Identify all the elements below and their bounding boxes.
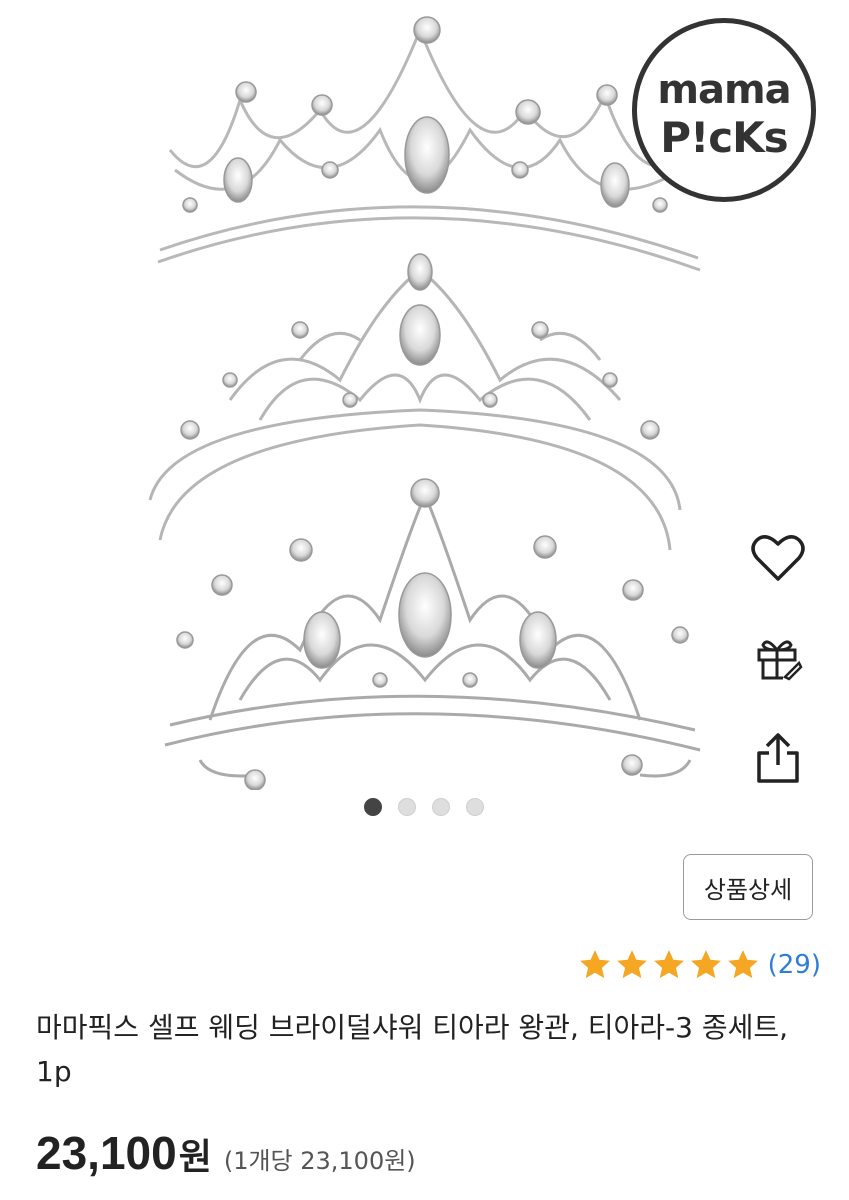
product-detail-button[interactable]: 상품상세 [683, 854, 813, 920]
star-icon [653, 950, 684, 979]
price: 23,100 [36, 1127, 177, 1179]
carousel-dot-4[interactable] [466, 798, 484, 816]
review-count-link[interactable]: (29) [768, 950, 821, 980]
star-icon [579, 950, 610, 979]
product-title: 마마픽스 셀프 웨딩 브라이덜샤워 티아라 왕관, 티아라-3 종세트, 1p [36, 1011, 789, 1088]
star-icon [727, 950, 758, 979]
carousel-dot-3[interactable] [432, 798, 450, 816]
share-icon [757, 733, 799, 783]
star-icon [690, 950, 721, 979]
carousel-dots [364, 798, 484, 816]
carousel-dot-2[interactable] [398, 798, 416, 816]
heart-icon [751, 535, 805, 581]
gift-icon [757, 640, 803, 681]
price-unit: 원 [178, 1137, 212, 1178]
rating: (29) [575, 948, 821, 982]
share-button[interactable] [748, 728, 808, 788]
carousel-dot-1[interactable] [364, 798, 382, 816]
gift-button[interactable] [748, 628, 808, 688]
brand-badge-line1: mama [657, 67, 791, 113]
brand-badge: mama P!cKs [632, 18, 816, 202]
product-image[interactable]: mama P!cKs [0, 0, 849, 790]
unit-price: (1개당 23,100원) [223, 1147, 416, 1175]
wishlist-button[interactable] [748, 528, 808, 588]
brand-badge-line2: P!cKs [660, 113, 788, 162]
price-row: 23,100 원 (1개당 23,100원) [36, 1126, 416, 1180]
star-icon [616, 950, 647, 979]
